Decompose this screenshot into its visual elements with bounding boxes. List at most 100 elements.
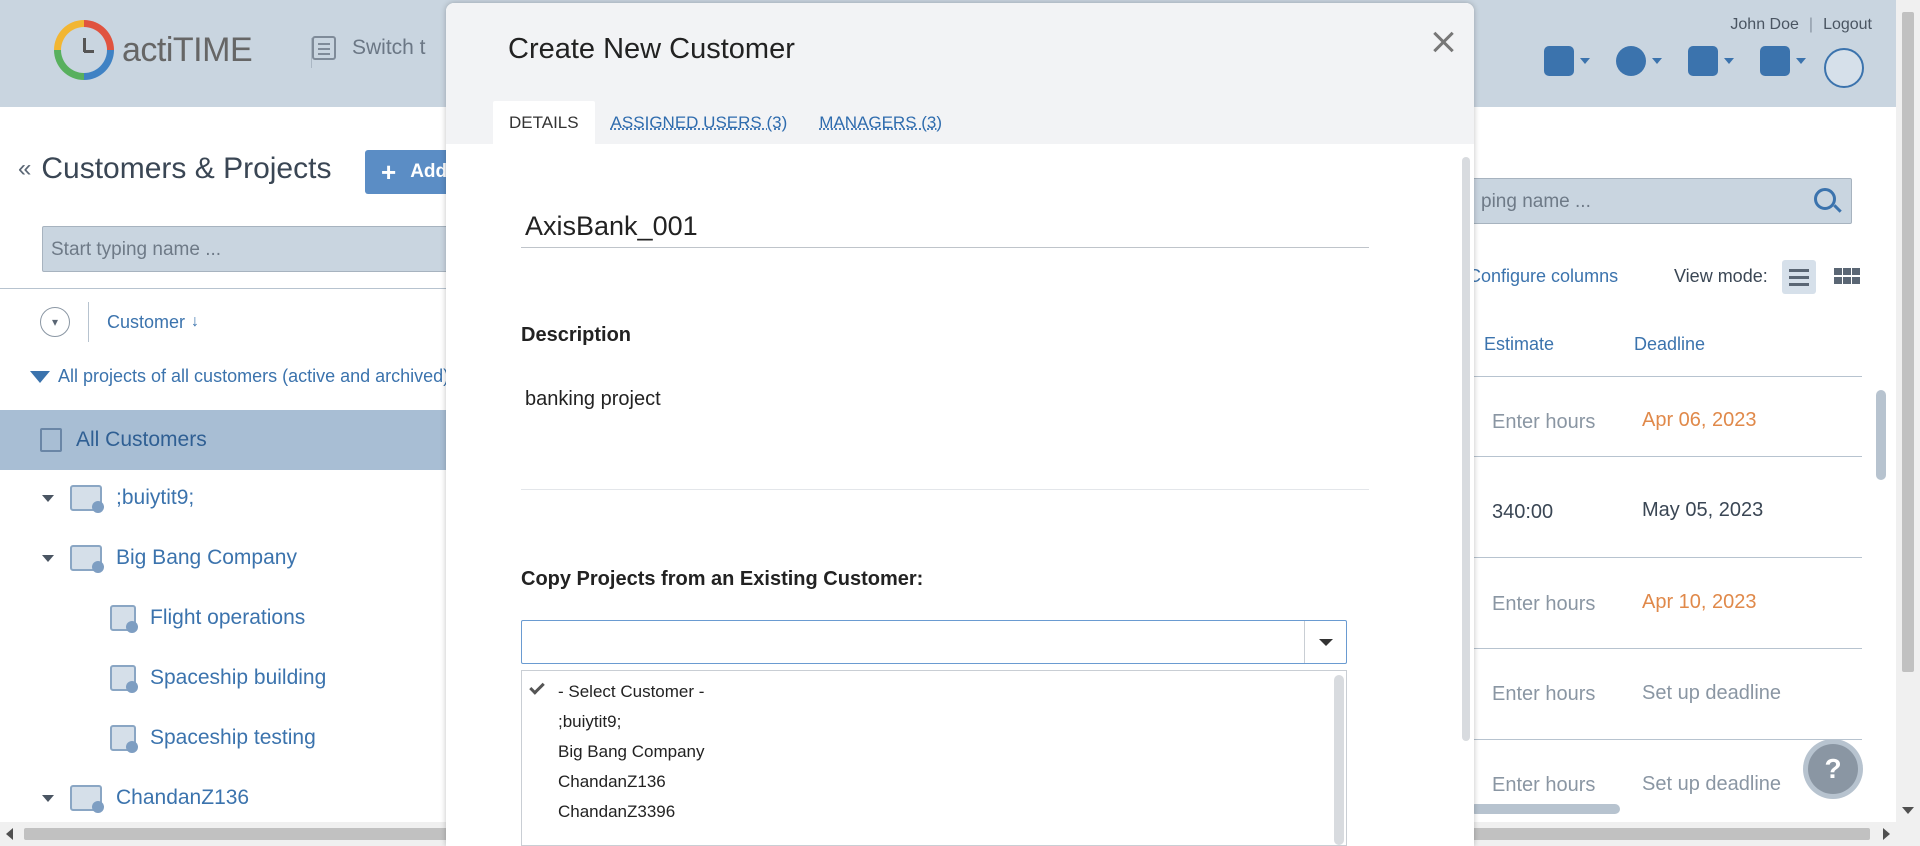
deadline-cell[interactable]: Set up deadline (1642, 773, 1781, 796)
add-label: Add (410, 161, 448, 182)
page-title: Customers & Projects (41, 152, 332, 185)
tree-item-customer[interactable]: ;buiytit9; (42, 485, 195, 513)
project-icon (110, 665, 138, 693)
option-label: - Select Customer - (558, 682, 705, 701)
estimate-cell[interactable]: Enter hours (1492, 593, 1595, 616)
divider (1470, 557, 1862, 558)
chevron-down-icon (1724, 58, 1734, 64)
filter-link[interactable]: All projects of all customers (active an… (30, 366, 449, 387)
estimate-cell[interactable]: 340:00 (1492, 501, 1553, 524)
grid-view-icon[interactable] (1828, 260, 1862, 294)
deadline-cell[interactable]: Set up deadline (1642, 682, 1781, 705)
chevron-down-icon (1580, 58, 1590, 64)
panel-scrollbar[interactable] (1876, 390, 1886, 480)
scroll-left-arrow[interactable] (6, 828, 13, 840)
settings-menu[interactable] (1616, 46, 1662, 76)
collapse-panel-icon[interactable]: « (18, 155, 31, 183)
dropdown-arrow-icon[interactable] (1304, 621, 1346, 663)
user-bar: John Doe | Logout (1730, 16, 1872, 34)
customer-folder-icon (70, 545, 104, 573)
estimate-cell[interactable]: Enter hours (1492, 774, 1595, 797)
column-header-estimate[interactable]: Estimate (1484, 334, 1554, 355)
customer-name-input[interactable] (521, 206, 1369, 248)
tab-details[interactable]: DETAILS (493, 101, 595, 144)
sort-arrow-icon: ↓ (191, 313, 200, 330)
scrollbar-thumb[interactable] (1902, 12, 1914, 672)
estimate-cell[interactable]: Enter hours (1492, 683, 1595, 706)
page-vertical-scrollbar[interactable] (1896, 0, 1920, 822)
user-name[interactable]: John Doe (1730, 16, 1799, 34)
tab-assigned-users[interactable]: ASSIGNED USERS (3) (595, 101, 804, 144)
deadline-cell[interactable]: Apr 06, 2023 (1642, 409, 1757, 432)
configure-columns-link[interactable]: Configure columns (1468, 266, 1618, 287)
logo-text: actiTIME (122, 30, 253, 69)
dropdown-option[interactable]: ;buiytit9; (522, 707, 1346, 737)
clock-logo-icon (54, 20, 114, 80)
divider (0, 288, 450, 289)
divider (1470, 739, 1862, 740)
option-label: Big Bang Company (558, 742, 705, 761)
chevron-down-icon[interactable] (42, 554, 54, 562)
left-search-input[interactable]: Start typing name ... (42, 226, 462, 272)
dialog-tabs: DETAILS ASSIGNED USERS (3) MANAGERS (3) (493, 101, 958, 144)
switch-icon (312, 36, 336, 60)
deadline-cell[interactable]: May 05, 2023 (1642, 499, 1763, 522)
app-logo[interactable]: actiTIME (54, 20, 253, 80)
switch-interface-button[interactable]: Switch t (312, 36, 426, 60)
addons-menu[interactable] (1688, 46, 1734, 76)
help-icon (1760, 46, 1790, 76)
right-search-input[interactable]: ping name ... (1470, 178, 1852, 224)
customer-folder-icon (70, 785, 104, 813)
gear-icon (1616, 46, 1646, 76)
tree-item-customer[interactable]: ChandanZ136 (42, 785, 250, 813)
chevron-down-icon (1796, 58, 1806, 64)
close-icon[interactable] (1430, 29, 1456, 55)
copy-projects-label: Copy Projects from an Existing Customer: (521, 568, 924, 590)
option-label: ;buiytit9; (558, 712, 622, 731)
scroll-right-arrow[interactable] (1883, 828, 1890, 840)
scroll-down-arrow[interactable] (1902, 807, 1914, 814)
panel-h-scrollbar[interactable] (1470, 804, 1620, 814)
dialog-header: Create New Customer DETAILS ASSIGNED USE… (446, 3, 1474, 144)
search-icon[interactable] (1814, 188, 1836, 210)
tree-item-customer[interactable]: Big Bang Company (42, 545, 297, 573)
tab-managers[interactable]: MANAGERS (3) (803, 101, 958, 144)
tree-item-label: Flight operations (150, 606, 306, 629)
chevron-down-icon[interactable] (42, 494, 54, 502)
help-fab-button[interactable]: ? (1808, 744, 1858, 794)
logout-link[interactable]: Logout (1823, 16, 1872, 34)
lightbulb-icon[interactable] (1824, 48, 1864, 88)
dropdown-option-selected[interactable]: - Select Customer - (522, 677, 1346, 707)
dropdown-option[interactable]: ChandanZ136 (522, 767, 1346, 797)
customer-select[interactable] (521, 620, 1347, 664)
all-customers-label: All Customers (76, 428, 207, 451)
dropdown-scrollbar[interactable] (1334, 675, 1344, 845)
tree-item-project[interactable]: Spaceship building (110, 665, 326, 693)
description-input[interactable]: banking project (521, 388, 1369, 490)
expand-all-toggle[interactable]: ▾ (40, 307, 70, 337)
description-label: Description (521, 324, 632, 346)
estimate-cell[interactable]: Enter hours (1492, 411, 1595, 434)
tree-item-project[interactable]: Flight operations (110, 605, 306, 633)
dialog-scrollbar[interactable] (1462, 157, 1470, 741)
dialog-title: Create New Customer (508, 33, 795, 65)
tree-item-label: Spaceship testing (150, 726, 316, 749)
all-customers-item[interactable]: All Customers (0, 410, 450, 470)
calendar-menu[interactable] (1544, 46, 1590, 76)
dropdown-option[interactable]: ChandanZ3396 (522, 797, 1346, 827)
calendar-icon (1544, 46, 1574, 76)
divider (1470, 648, 1862, 649)
tree-item-label: ;buiytit9; (116, 486, 195, 509)
deadline-cell[interactable]: Apr 10, 2023 (1642, 591, 1757, 614)
dialog-body: Description banking project Copy Project… (446, 144, 1474, 846)
tree-item-project[interactable]: Spaceship testing (110, 725, 316, 753)
list-view-icon[interactable] (1782, 260, 1816, 294)
dropdown-option[interactable]: Big Bang Company (522, 737, 1346, 767)
document-icon (40, 428, 62, 452)
help-menu[interactable] (1760, 46, 1806, 76)
project-icon (110, 725, 138, 753)
column-header-deadline[interactable]: Deadline (1634, 334, 1705, 355)
chevron-down-icon[interactable] (42, 794, 54, 802)
sort-by-customer[interactable]: Customer (107, 312, 185, 333)
tree-item-label: ChandanZ136 (116, 786, 250, 809)
